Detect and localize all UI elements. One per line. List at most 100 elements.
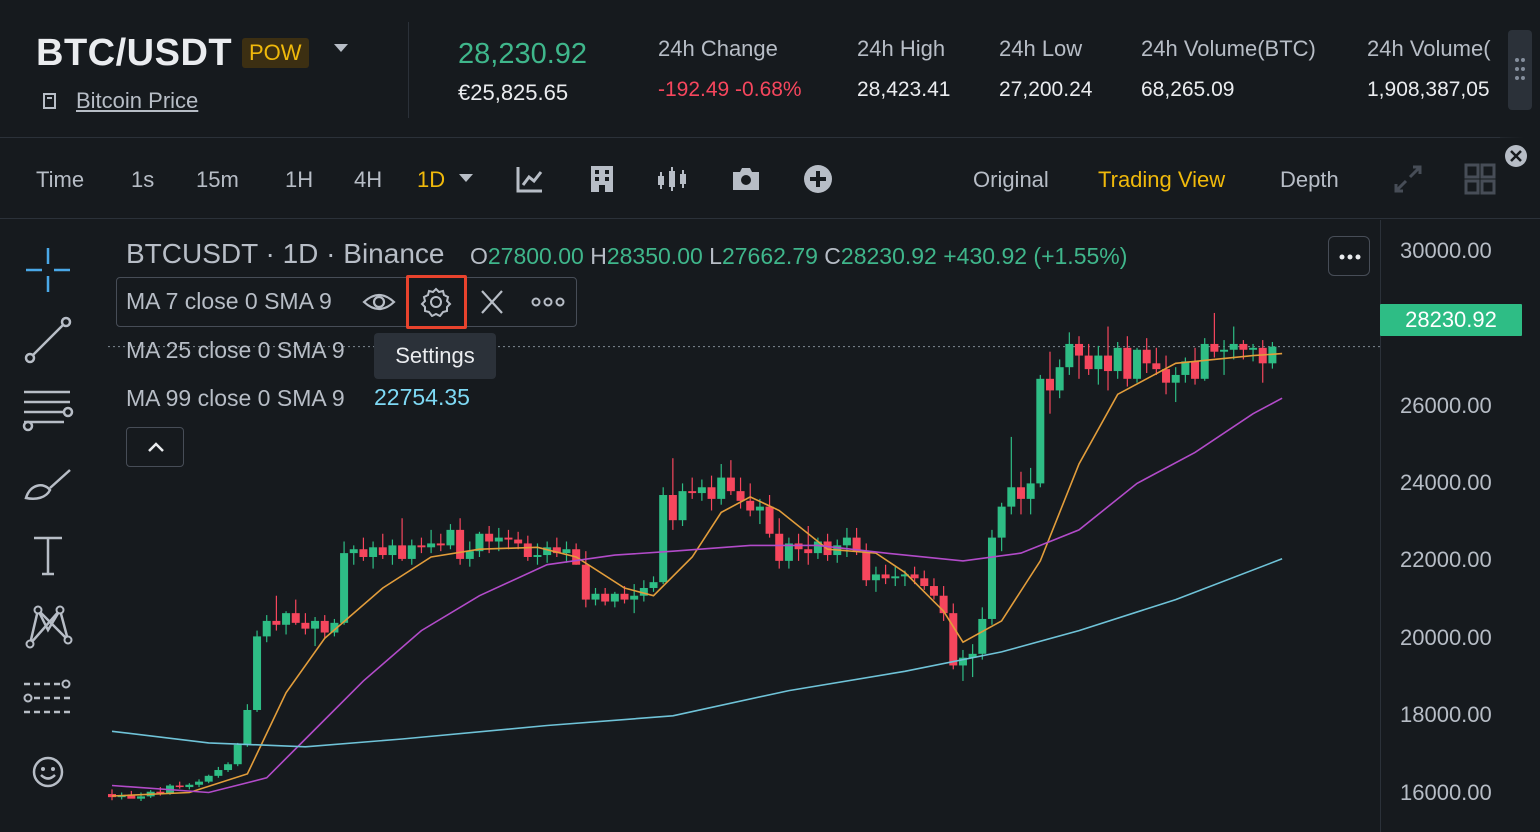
ma99-label[interactable]: MA 99 close 0 SMA 9 bbox=[126, 385, 345, 412]
layout-icon[interactable] bbox=[1464, 163, 1496, 195]
chart-symbol-legend: BTCUSDT · 1D · Binance bbox=[126, 238, 445, 269]
stat-label: 24h Volume( bbox=[1367, 36, 1491, 61]
bitcoin-price-link[interactable]: Bitcoin Price bbox=[76, 88, 198, 114]
stat-24h-volume-btc: 24h Volume(BTC) 68,265.09 bbox=[1141, 36, 1316, 102]
candle-body bbox=[224, 764, 233, 771]
stat-24h-volume-usdt: 24h Volume( 1,908,387,05 bbox=[1367, 36, 1491, 102]
brush-icon[interactable] bbox=[20, 458, 76, 514]
candle-body bbox=[137, 796, 146, 799]
close-value: 28230.92 bbox=[840, 243, 937, 269]
text-icon[interactable] bbox=[20, 526, 76, 582]
candle-body bbox=[446, 529, 455, 546]
candle-body bbox=[504, 537, 513, 540]
close-label: C bbox=[824, 243, 841, 269]
candle-body bbox=[398, 545, 407, 559]
open-value: 27800.00 bbox=[487, 243, 584, 269]
candle-body bbox=[881, 574, 890, 579]
candle-body bbox=[243, 709, 252, 745]
candle-body bbox=[659, 495, 668, 583]
candle-body bbox=[349, 549, 358, 554]
candle-body bbox=[1104, 355, 1113, 372]
chart-more-button[interactable] bbox=[1328, 236, 1370, 276]
view-original[interactable]: Original bbox=[973, 167, 1049, 193]
candle-body bbox=[417, 545, 426, 548]
pair-title[interactable]: BTC/USDT bbox=[36, 32, 232, 75]
view-trading-view[interactable]: Trading View bbox=[1098, 167, 1225, 193]
candle-body bbox=[736, 491, 745, 501]
fullscreen-icon[interactable] bbox=[1392, 163, 1424, 195]
tf-1d[interactable]: 1D bbox=[417, 167, 445, 193]
y-tick-label: 24000.00 bbox=[1400, 470, 1492, 495]
candle-body bbox=[456, 529, 465, 559]
candle-body bbox=[1007, 487, 1016, 507]
more-dots-icon bbox=[1339, 254, 1361, 260]
trendline-icon[interactable] bbox=[20, 312, 76, 368]
screenshot-icon[interactable] bbox=[730, 163, 762, 195]
last-price: 28,230.92 bbox=[458, 38, 588, 70]
settings-tooltip: Settings bbox=[374, 333, 496, 379]
candle-body bbox=[185, 784, 194, 788]
candle-body bbox=[562, 549, 571, 554]
horizontal-lines-icon[interactable] bbox=[20, 382, 76, 438]
template-icon[interactable] bbox=[586, 163, 618, 195]
low-value: 27662.79 bbox=[721, 243, 818, 269]
candle-body bbox=[1162, 369, 1171, 383]
candle-body bbox=[726, 477, 735, 492]
pattern-icon[interactable] bbox=[20, 600, 76, 656]
candle-body bbox=[1210, 343, 1219, 352]
drag-handle-icon bbox=[1515, 58, 1525, 80]
stat-label: 24h Low bbox=[999, 36, 1083, 61]
candle-body bbox=[1249, 347, 1258, 350]
ma99-value: 22754.35 bbox=[374, 384, 470, 410]
candle-body bbox=[407, 545, 416, 559]
candle-body bbox=[1084, 355, 1093, 370]
timeframe-dropdown-icon[interactable] bbox=[459, 174, 473, 182]
chart-toolbar: Time 1s 15m 1H 4H 1D Original Trading Vi… bbox=[0, 139, 1540, 219]
candle-body bbox=[1065, 343, 1074, 368]
ma25-label[interactable]: MA 25 close 0 SMA 9 bbox=[126, 337, 345, 364]
candle-body bbox=[465, 551, 474, 559]
candle-body bbox=[775, 533, 784, 561]
tf-time[interactable]: Time bbox=[36, 167, 84, 193]
pow-badge: POW bbox=[242, 38, 309, 68]
header-divider bbox=[408, 22, 409, 118]
tf-15m[interactable]: 15m bbox=[196, 167, 239, 193]
candle-body bbox=[1016, 487, 1025, 499]
close-icon[interactable] bbox=[1504, 144, 1528, 168]
candle-body bbox=[1113, 347, 1122, 372]
ma-line-ma7 bbox=[111, 352, 1283, 797]
emoji-icon[interactable] bbox=[20, 744, 76, 800]
candle-body bbox=[920, 578, 929, 587]
measure-icon[interactable] bbox=[20, 672, 76, 728]
visibility-eye-icon[interactable] bbox=[362, 287, 396, 317]
stat-24h-low: 24h Low 27,200.24 bbox=[999, 36, 1092, 102]
remove-icon[interactable] bbox=[475, 287, 509, 317]
candle-body bbox=[436, 543, 445, 546]
chart-type-icon[interactable] bbox=[656, 163, 688, 195]
candle-body bbox=[601, 593, 610, 602]
crosshair-icon[interactable] bbox=[20, 242, 76, 298]
view-depth[interactable]: Depth bbox=[1280, 167, 1339, 193]
ma-line-ma99 bbox=[111, 558, 1283, 748]
candle-body bbox=[649, 582, 658, 588]
ma7-label[interactable]: MA 7 close 0 SMA 9 bbox=[126, 288, 332, 315]
stat-value: 28,423.41 bbox=[857, 78, 951, 101]
candle-body bbox=[862, 551, 871, 581]
ohlc-legend: O27800.00 H28350.00 L27662.79 C28230.92 … bbox=[470, 243, 1127, 270]
indicator-icon[interactable] bbox=[514, 163, 546, 195]
y-tick-label: 26000.00 bbox=[1400, 393, 1492, 418]
add-icon[interactable] bbox=[802, 163, 834, 195]
candle-body bbox=[1045, 378, 1054, 391]
candle-body bbox=[301, 622, 310, 629]
tf-1h[interactable]: 1H bbox=[285, 167, 313, 193]
candle-body bbox=[253, 636, 262, 710]
collapse-legend-button[interactable] bbox=[126, 427, 184, 467]
candle-body bbox=[1152, 363, 1161, 370]
pair-dropdown-icon[interactable] bbox=[334, 44, 348, 52]
tf-1s[interactable]: 1s bbox=[131, 167, 154, 193]
tf-4h[interactable]: 4H bbox=[354, 167, 382, 193]
candle-body bbox=[378, 547, 387, 556]
stat-label: 24h High bbox=[857, 36, 946, 61]
candle-body bbox=[910, 574, 919, 579]
more-options-icon[interactable] bbox=[531, 287, 565, 317]
